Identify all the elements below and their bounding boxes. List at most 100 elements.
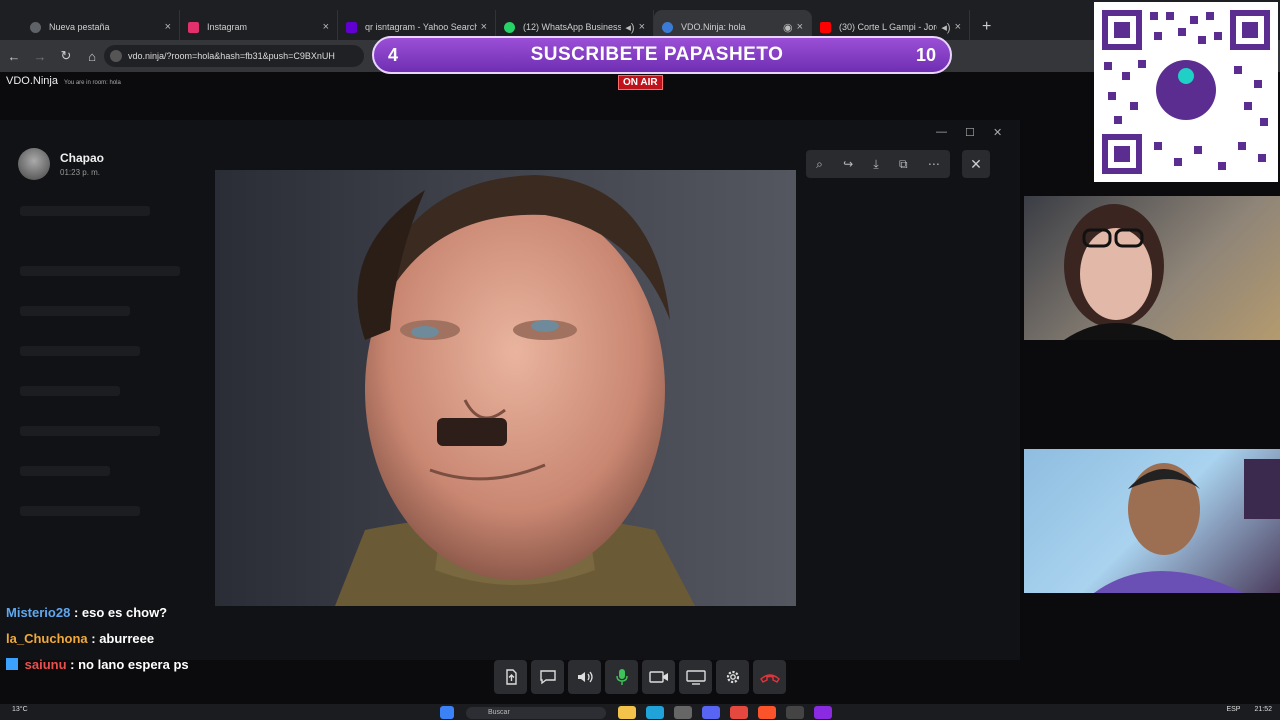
vdo-brand: VDO.Ninja xyxy=(6,75,58,87)
app-icon[interactable] xyxy=(814,706,832,719)
channel-placeholder xyxy=(20,386,120,396)
image-viewer-header: Chapao 01:23 p. m. xyxy=(18,148,104,180)
call-control-bar xyxy=(494,660,786,694)
windows-start-icon[interactable] xyxy=(440,706,454,719)
close-icon[interactable]: × xyxy=(797,21,803,33)
download-icon[interactable]: ⤓ xyxy=(873,157,878,172)
tab-label: VDO.Ninja: hola xyxy=(681,22,746,32)
speaker-icon[interactable]: ◂) xyxy=(941,21,950,34)
webcam-feed-1 xyxy=(1024,196,1280,340)
open-external-icon[interactable]: ⧉ xyxy=(899,157,908,172)
avatar[interactable] xyxy=(18,148,50,180)
more-icon[interactable]: ⋯ xyxy=(928,157,940,171)
windows-taskbar: 13°C Buscar ESP 21:52 xyxy=(0,704,1280,720)
chat-username: Misterio28 xyxy=(6,605,71,620)
weather-widget[interactable]: 13°C xyxy=(12,706,28,713)
hangup-button[interactable] xyxy=(753,660,786,694)
channel-placeholder xyxy=(20,306,130,316)
maximize-icon[interactable]: ☐ xyxy=(965,126,975,139)
language-indicator[interactable]: ESP xyxy=(1226,706,1240,713)
close-icon[interactable]: × xyxy=(481,21,487,33)
minimize-icon[interactable]: — xyxy=(936,126,947,138)
shared-image[interactable] xyxy=(215,170,796,606)
system-tray: ESP 21:52 xyxy=(1226,706,1272,713)
hangup-icon xyxy=(759,674,780,683)
url-field[interactable]: vdo.ninja/?room=hola&hash=fb31&push=C9BX… xyxy=(104,45,364,67)
discord-icon[interactable] xyxy=(702,706,720,719)
vdo-ninja-label: VDO.Ninja You are in room: hola xyxy=(6,75,121,87)
channel-placeholder xyxy=(20,346,140,356)
store-icon[interactable] xyxy=(674,706,692,719)
on-air-badge: ON AIR xyxy=(618,75,663,90)
camera-button[interactable] xyxy=(642,660,675,694)
chat-text: : aburreee xyxy=(91,631,155,646)
taskbar-search[interactable]: Buscar xyxy=(466,707,606,719)
folder-icon[interactable] xyxy=(618,706,636,719)
new-tab-button[interactable]: + xyxy=(982,18,991,36)
chat-text: : no lano espera ps xyxy=(70,657,189,672)
site-info-icon[interactable] xyxy=(110,50,122,62)
reload-icon[interactable]: ↻ xyxy=(54,48,78,64)
image-toolbar: ⌕ ↪ ⤓ ⧉ ⋯ xyxy=(806,150,950,178)
pinned-apps xyxy=(618,706,832,719)
chat-username: la_Chuchona xyxy=(6,631,88,646)
screen-share-icon xyxy=(685,670,706,685)
yape-qr-code xyxy=(1094,2,1278,182)
channel-placeholder xyxy=(20,506,140,516)
globe-icon xyxy=(30,21,41,33)
brave-icon[interactable] xyxy=(758,706,776,719)
close-icon[interactable]: × xyxy=(955,21,961,33)
close-icon[interactable]: × xyxy=(165,21,171,33)
qr-code-graphic xyxy=(1102,10,1270,174)
back-icon[interactable]: ← xyxy=(2,49,26,64)
home-icon[interactable]: ⌂ xyxy=(80,49,104,64)
microphone-button[interactable] xyxy=(605,660,638,694)
clock[interactable]: 21:52 xyxy=(1254,706,1272,713)
chat-badge-icon xyxy=(6,658,18,670)
gear-icon xyxy=(726,670,739,684)
yahoo-icon xyxy=(346,21,357,33)
chat-message: Misterio28 : eso es chow? xyxy=(6,604,189,630)
speaker-icon xyxy=(577,671,593,683)
room-text: You are in room: hola xyxy=(64,80,121,86)
close-icon[interactable]: × xyxy=(639,21,645,33)
forward-share-icon[interactable]: ↪ xyxy=(843,157,853,171)
portrait-illustration xyxy=(335,175,695,606)
tab-new-tab[interactable]: Nueva pestaña × xyxy=(22,10,180,44)
tab-label: (30) Corte L Gampi - Jordy xyxy=(839,22,938,32)
stream-chat: Misterio28 : eso es chow? la_Chuchona : … xyxy=(6,604,189,682)
taskbar-search-label: Buscar xyxy=(488,709,510,716)
chat-button[interactable] xyxy=(531,660,564,694)
chrome-icon[interactable] xyxy=(730,706,748,719)
close-icon[interactable]: × xyxy=(323,21,329,33)
youtube-icon xyxy=(820,21,831,33)
obs-icon[interactable] xyxy=(786,706,804,719)
settings-button[interactable] xyxy=(716,660,749,694)
subscribe-banner: 4 SUSCRIBETE PAPASHETO 10 xyxy=(372,36,952,74)
url-text: vdo.ninja/?room=hola&hash=fb31&push=C9BX… xyxy=(128,51,335,61)
chat-message: la_Chuchona : aburreee xyxy=(6,630,189,656)
vdo-ninja-icon xyxy=(662,21,673,33)
share-file-button[interactable] xyxy=(494,660,527,694)
speaker-button[interactable] xyxy=(568,660,601,694)
chat-username: saiunu xyxy=(24,657,67,672)
tab-label: Instagram xyxy=(207,22,248,32)
tab-instagram[interactable]: Instagram × xyxy=(180,10,338,44)
browser-tabbar: Nueva pestaña × Instagram × qr isntagram… xyxy=(0,0,1280,44)
chat-text: : eso es chow? xyxy=(73,605,168,620)
taskbar-icons xyxy=(440,706,454,719)
whatsapp-icon xyxy=(504,21,515,33)
viewer-close-button[interactable]: ✕ xyxy=(962,150,990,178)
zoom-icon[interactable]: ⌕ xyxy=(816,157,823,172)
close-icon[interactable]: ✕ xyxy=(993,126,1002,139)
speaker-icon[interactable]: ◂) xyxy=(625,21,634,34)
tab-label: (12) WhatsApp Business xyxy=(523,22,622,32)
author-name[interactable]: Chapao xyxy=(60,151,104,165)
screen-share-button[interactable] xyxy=(679,660,712,694)
banner-left-number: 4 xyxy=(388,44,399,65)
forward-icon[interactable]: → xyxy=(28,49,52,64)
instagram-icon xyxy=(188,21,199,33)
channel-placeholder xyxy=(20,426,160,436)
tab-label: Nueva pestaña xyxy=(49,22,110,32)
edge-icon[interactable] xyxy=(646,706,664,719)
